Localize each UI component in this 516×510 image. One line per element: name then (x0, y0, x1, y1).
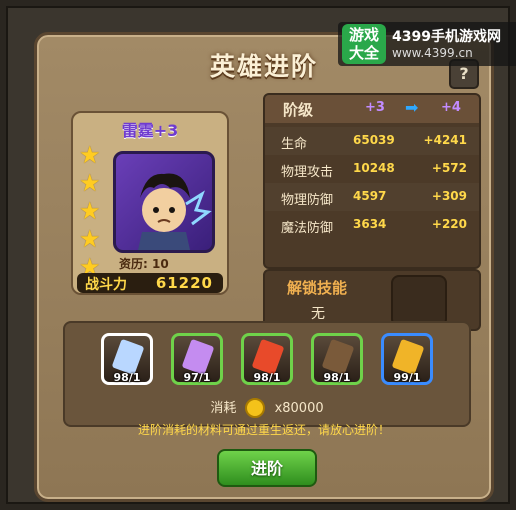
stat-row: 物理防御 4597 +309 (265, 183, 479, 211)
stat-row: 物理攻击 10248 +572 (281, 161, 467, 180)
cost-row: 消耗 x80000 (65, 397, 469, 418)
gem-icon (181, 338, 215, 376)
power-value: 61220 (155, 274, 213, 292)
coin-icon (245, 397, 266, 418)
star-icon: ★ (79, 197, 101, 225)
gem-icon (321, 338, 355, 376)
cost-label: 消耗 (210, 401, 237, 416)
skill-slot[interactable] (391, 275, 447, 327)
stats-title: 阶级 (283, 101, 314, 119)
unlock-value: 无 (311, 306, 325, 322)
stats-table: 阶级 +3 ➡ +4 生命 65039 +4241 物理攻击 10248 +572 物理… (263, 93, 481, 269)
hero-card: 雷霆+3 ★ ★ ★ ★ ★ 资历: 10 战斗力 61220 (71, 111, 229, 295)
hero-resume: 资历: 10 (119, 257, 169, 271)
window-frame: 英雄进阶 ? 雷霆+3 ★ ★ ★ ★ ★ 资历: 10 战斗力 61220 阶… (6, 6, 516, 504)
material-slot[interactable]: 98/1 (311, 333, 363, 385)
material-slot[interactable]: 98/1 (241, 333, 293, 385)
power-bar: 战斗力 61220 (77, 273, 223, 293)
hero-avatar-icon (138, 173, 212, 250)
watermark: 游戏大全 4399手机游戏网 www.4399.cn (338, 22, 516, 66)
advance-button[interactable]: 进阶 (217, 449, 317, 487)
power-label: 战斗力 (85, 277, 127, 293)
watermark-name: 4399手机游戏网 (392, 29, 501, 45)
hero-advance-panel: 英雄进阶 ? 雷霆+3 ★ ★ ★ ★ ★ 资历: 10 战斗力 61220 阶… (34, 32, 494, 502)
hero-name: 雷霆+3 (121, 121, 179, 140)
gem-icon (111, 338, 145, 376)
star-icon: ★ (79, 169, 101, 197)
material-slot[interactable]: 98/1 (101, 333, 153, 385)
to-level: +4 (441, 100, 461, 115)
watermark-logo: 游戏大全 (342, 24, 386, 64)
star-icon: ★ (79, 141, 101, 169)
stat-row: 魔法防御 3634 +220 (281, 217, 467, 236)
unlock-title: 解锁技能 (287, 279, 348, 297)
materials-panel: 98/1 97/1 98/1 98/1 99/1 消耗 x80000 (63, 321, 471, 427)
stats-header: 阶级 +3 ➡ +4 (265, 95, 479, 123)
gem-icon (251, 338, 285, 376)
star-icon: ★ (79, 225, 101, 253)
cost-value: x80000 (274, 401, 324, 416)
refund-note: 进阶消耗的材料可通过重生返还，请放心进阶！ (137, 423, 390, 437)
from-level: +3 (365, 100, 385, 115)
hero-portrait[interactable] (113, 151, 215, 253)
material-slot[interactable]: 99/1 (381, 333, 433, 385)
arrow-right-icon: ➡ (405, 98, 419, 117)
stat-row: 生命 65039 +4241 (265, 127, 479, 155)
material-slot[interactable]: 97/1 (171, 333, 223, 385)
gem-icon (391, 338, 425, 376)
star-rating: ★ ★ ★ ★ ★ (79, 141, 103, 281)
watermark-url: www.4399.cn (392, 46, 473, 60)
